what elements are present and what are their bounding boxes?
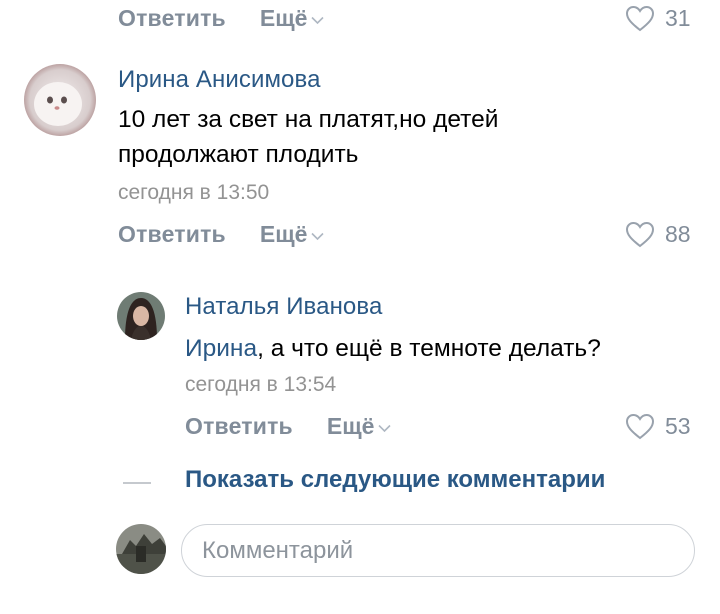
heart-icon [625,413,655,439]
cat-avatar-icon [24,64,96,136]
chevron-down-icon [311,232,325,240]
divider [123,482,151,484]
comment-timestamp: сегодня в 13:50 [118,181,270,204]
show-more-comments-link[interactable]: Показать следующие комментарии [185,466,605,494]
like-count: 88 [665,220,691,247]
more-label: Ещё [259,4,308,31]
like-count: 31 [665,4,691,31]
like-count: 53 [665,412,691,439]
more-label: Ещё [326,412,375,439]
reply-button[interactable]: Ответить [118,5,226,32]
comment-actions: Ответить Ещё [118,214,325,254]
comment-text-line: продолжают плодить [118,141,359,168]
comment-text: Ирина, а что ещё в темноте делать? [185,331,601,366]
comment-input[interactable] [181,524,695,577]
comment-text-line: 10 лет за свет на платят,но детей [118,106,499,133]
more-button[interactable]: Ещё [327,413,392,440]
comment-timestamp: сегодня в 13:54 [185,373,337,396]
more-button[interactable]: Ещё [260,221,325,248]
more-button[interactable]: Ещё [260,5,325,32]
more-label: Ещё [259,220,308,247]
comment-actions: Ответить Ещё [185,406,392,446]
comment-text-rest: , а что ещё в темноте делать? [257,335,601,362]
chevron-down-icon [378,424,392,432]
comment-author[interactable]: Ирина Анисимова [118,66,321,94]
like-button[interactable]: 88 [625,214,691,254]
like-button[interactable]: 31 [625,0,691,38]
user-photo-icon [117,292,165,340]
user-photo-icon [116,524,166,574]
reply-button[interactable]: Ответить [118,221,226,248]
heart-icon [625,5,655,31]
current-user-avatar [116,524,166,574]
like-button[interactable]: 53 [625,406,691,446]
top-comment-actions: Ответить Ещё [118,0,325,38]
avatar[interactable] [24,64,96,136]
mention-link[interactable]: Ирина [185,335,257,362]
comment-author[interactable]: Наталья Иванова [185,293,382,321]
heart-icon [625,221,655,247]
chevron-down-icon [311,16,325,24]
reply-button[interactable]: Ответить [185,413,293,440]
comment-text: 10 лет за свет на платят,но детей продол… [118,102,498,172]
avatar[interactable] [117,292,165,340]
